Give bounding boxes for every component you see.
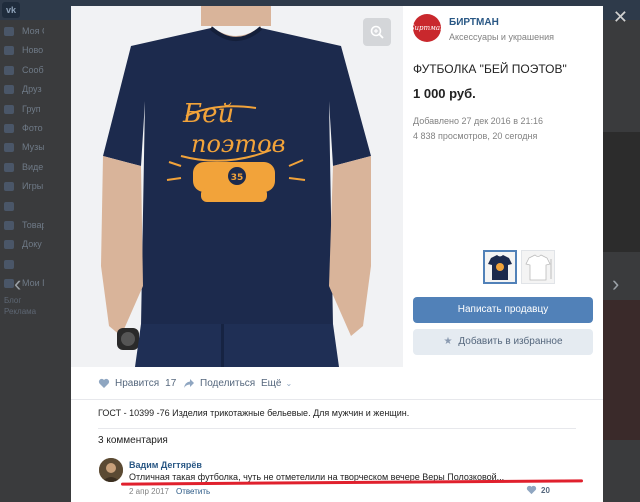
added-date: Добавлено 27 дек 2016 в 21:16 (413, 116, 543, 126)
star-icon: ★ (443, 336, 453, 347)
product-description: ГОСТ - 10399 -76 Изделия трикотажные бел… (98, 408, 410, 418)
close-icon[interactable]: ✕ (613, 8, 628, 26)
product-modal: Бей поэтов 35 Биртман БИРТМАН Аксессуары… (71, 6, 603, 502)
like-button[interactable]: Нравится 17 (98, 378, 176, 389)
sidebar-item: Музы (0, 138, 44, 157)
sidebar-item: Сооб (0, 61, 44, 80)
add-favorite-label: Добавить в избранное (458, 336, 563, 347)
comment-like-count: 20 (541, 485, 550, 495)
write-seller-button[interactable]: Написать продавцу (413, 297, 593, 323)
divider (98, 428, 576, 429)
product-info-panel: Биртман БИРТМАН Аксессуары и украшения Ф… (403, 6, 603, 367)
next-arrow-icon[interactable]: › (612, 272, 619, 296)
seller-category: Аксессуары и украшения (449, 32, 554, 42)
comment-like-button[interactable]: 20 (526, 485, 550, 495)
print-text-line1: Бей (182, 99, 234, 129)
comment-author-link[interactable]: Вадим Дегтярёв (129, 460, 202, 470)
sidebar-item: Моя С (0, 22, 44, 41)
size-chart-thumb-icon (525, 254, 552, 281)
comment-date: 2 апр 2017 (129, 487, 169, 496)
more-label: Ещё (261, 378, 282, 389)
more-button[interactable]: Ещё ⌄ (261, 378, 292, 389)
view-count: 4 838 просмотров, 20 сегодня (413, 131, 538, 141)
sidebar-item (0, 197, 44, 216)
chevron-down-icon: ⌄ (285, 379, 293, 388)
tshirt-thumb-icon (488, 255, 512, 280)
sidebar-item (0, 255, 44, 274)
knuckle-number: 35 (231, 173, 244, 183)
post-actions-bar: Нравится 17 Поделиться Ещё ⌄ (71, 367, 603, 400)
like-label: Нравится (115, 378, 160, 389)
prev-arrow-icon[interactable]: ‹ (14, 272, 21, 296)
photo-thumbnail-1[interactable] (483, 250, 517, 284)
share-icon (184, 379, 194, 388)
heart-icon (98, 378, 110, 388)
product-title: ФУТБОЛКА "БЕЙ ПОЭТОВ" (413, 62, 567, 76)
sidebar-item: Ново (0, 41, 44, 60)
reply-link[interactable]: Ответить (176, 487, 210, 496)
share-button[interactable]: Поделиться (183, 378, 255, 389)
add-favorite-button[interactable]: ★ Добавить в избранное (413, 329, 593, 355)
sidebar-item: Фото (0, 119, 44, 138)
zoom-icon (370, 25, 384, 39)
user-avatar-image (99, 458, 123, 482)
seller-avatar[interactable]: Биртман (409, 14, 445, 42)
share-label: Поделиться (200, 378, 256, 389)
avatar[interactable] (99, 458, 123, 482)
sidebar-item: Мои Г (0, 274, 44, 293)
seller-name-link[interactable]: БИРТМАН (449, 17, 499, 28)
sidebar-item: Игры (0, 177, 44, 196)
heart-icon (526, 485, 537, 495)
comments-count: 3 комментария (98, 435, 168, 446)
tshirt-illustration: Бей поэтов 35 (101, 6, 371, 367)
product-photo: Бей поэтов 35 (71, 6, 403, 367)
product-price: 1 000 руб. (413, 86, 476, 101)
sidebar-item: Доку (0, 235, 44, 254)
print-text-line2: поэтов (191, 130, 286, 158)
background-sidebar: Моя СНовоСообДрузГрупФотоМузыВидеИгры Тов… (0, 22, 44, 317)
sidebar-item: Друз (0, 80, 44, 99)
sidebar-footer: Блог Реклама (4, 296, 37, 317)
sidebar-item: Груп (0, 100, 44, 119)
background-right-image (600, 132, 640, 252)
sidebar-item: Виде (0, 158, 44, 177)
vk-logo-icon: vk (2, 2, 20, 18)
sidebar-item: Товар (0, 216, 44, 235)
photo-thumbnail-2[interactable] (521, 250, 555, 284)
like-count: 17 (165, 378, 177, 389)
zoom-button[interactable] (363, 18, 391, 46)
background-right-image (600, 300, 640, 440)
